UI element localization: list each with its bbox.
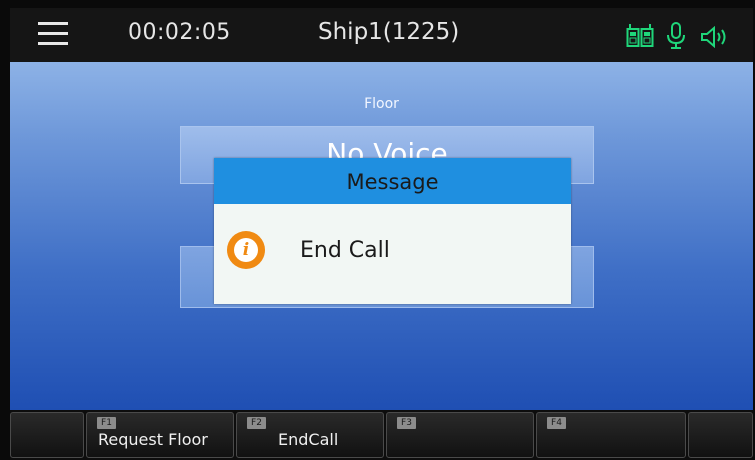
f4-key-badge: F4 (547, 417, 566, 429)
speaker-icon (701, 26, 726, 48)
call-name: Ship1(1225) (318, 19, 460, 45)
phone-screen: 00:02:05 Ship1(1225) Floor No Voice Mess… (0, 0, 755, 460)
floor-label: Floor (364, 96, 399, 112)
walkie-talkie-icon (626, 24, 654, 47)
f3-softkey[interactable]: F3 (386, 412, 534, 458)
end-call-button[interactable]: F2 EndCall (236, 412, 384, 458)
dialog-title: Message (214, 158, 571, 204)
hamburger-menu-icon[interactable] (38, 22, 68, 46)
request-floor-button[interactable]: F1 Request Floor (86, 412, 234, 458)
softkey-blank-right[interactable] (688, 412, 753, 458)
end-call-label: EndCall (278, 430, 339, 449)
f4-softkey[interactable]: F4 (536, 412, 686, 458)
microphone-icon (667, 22, 685, 49)
f2-key-badge: F2 (247, 417, 266, 429)
softkey-blank-left[interactable] (10, 412, 84, 458)
call-duration: 00:02:05 (128, 20, 231, 45)
info-icon: i (227, 231, 265, 269)
message-dialog[interactable]: Message i End Call (214, 158, 571, 304)
dialog-message: End Call (300, 238, 390, 263)
request-floor-label: Request Floor (98, 430, 208, 449)
f3-key-badge: F3 (397, 417, 416, 429)
status-bar: 00:02:05 Ship1(1225) (10, 8, 753, 62)
softkey-bar: F1 Request Floor F2 EndCall F3 F4 (10, 410, 753, 460)
f1-key-badge: F1 (97, 417, 116, 429)
